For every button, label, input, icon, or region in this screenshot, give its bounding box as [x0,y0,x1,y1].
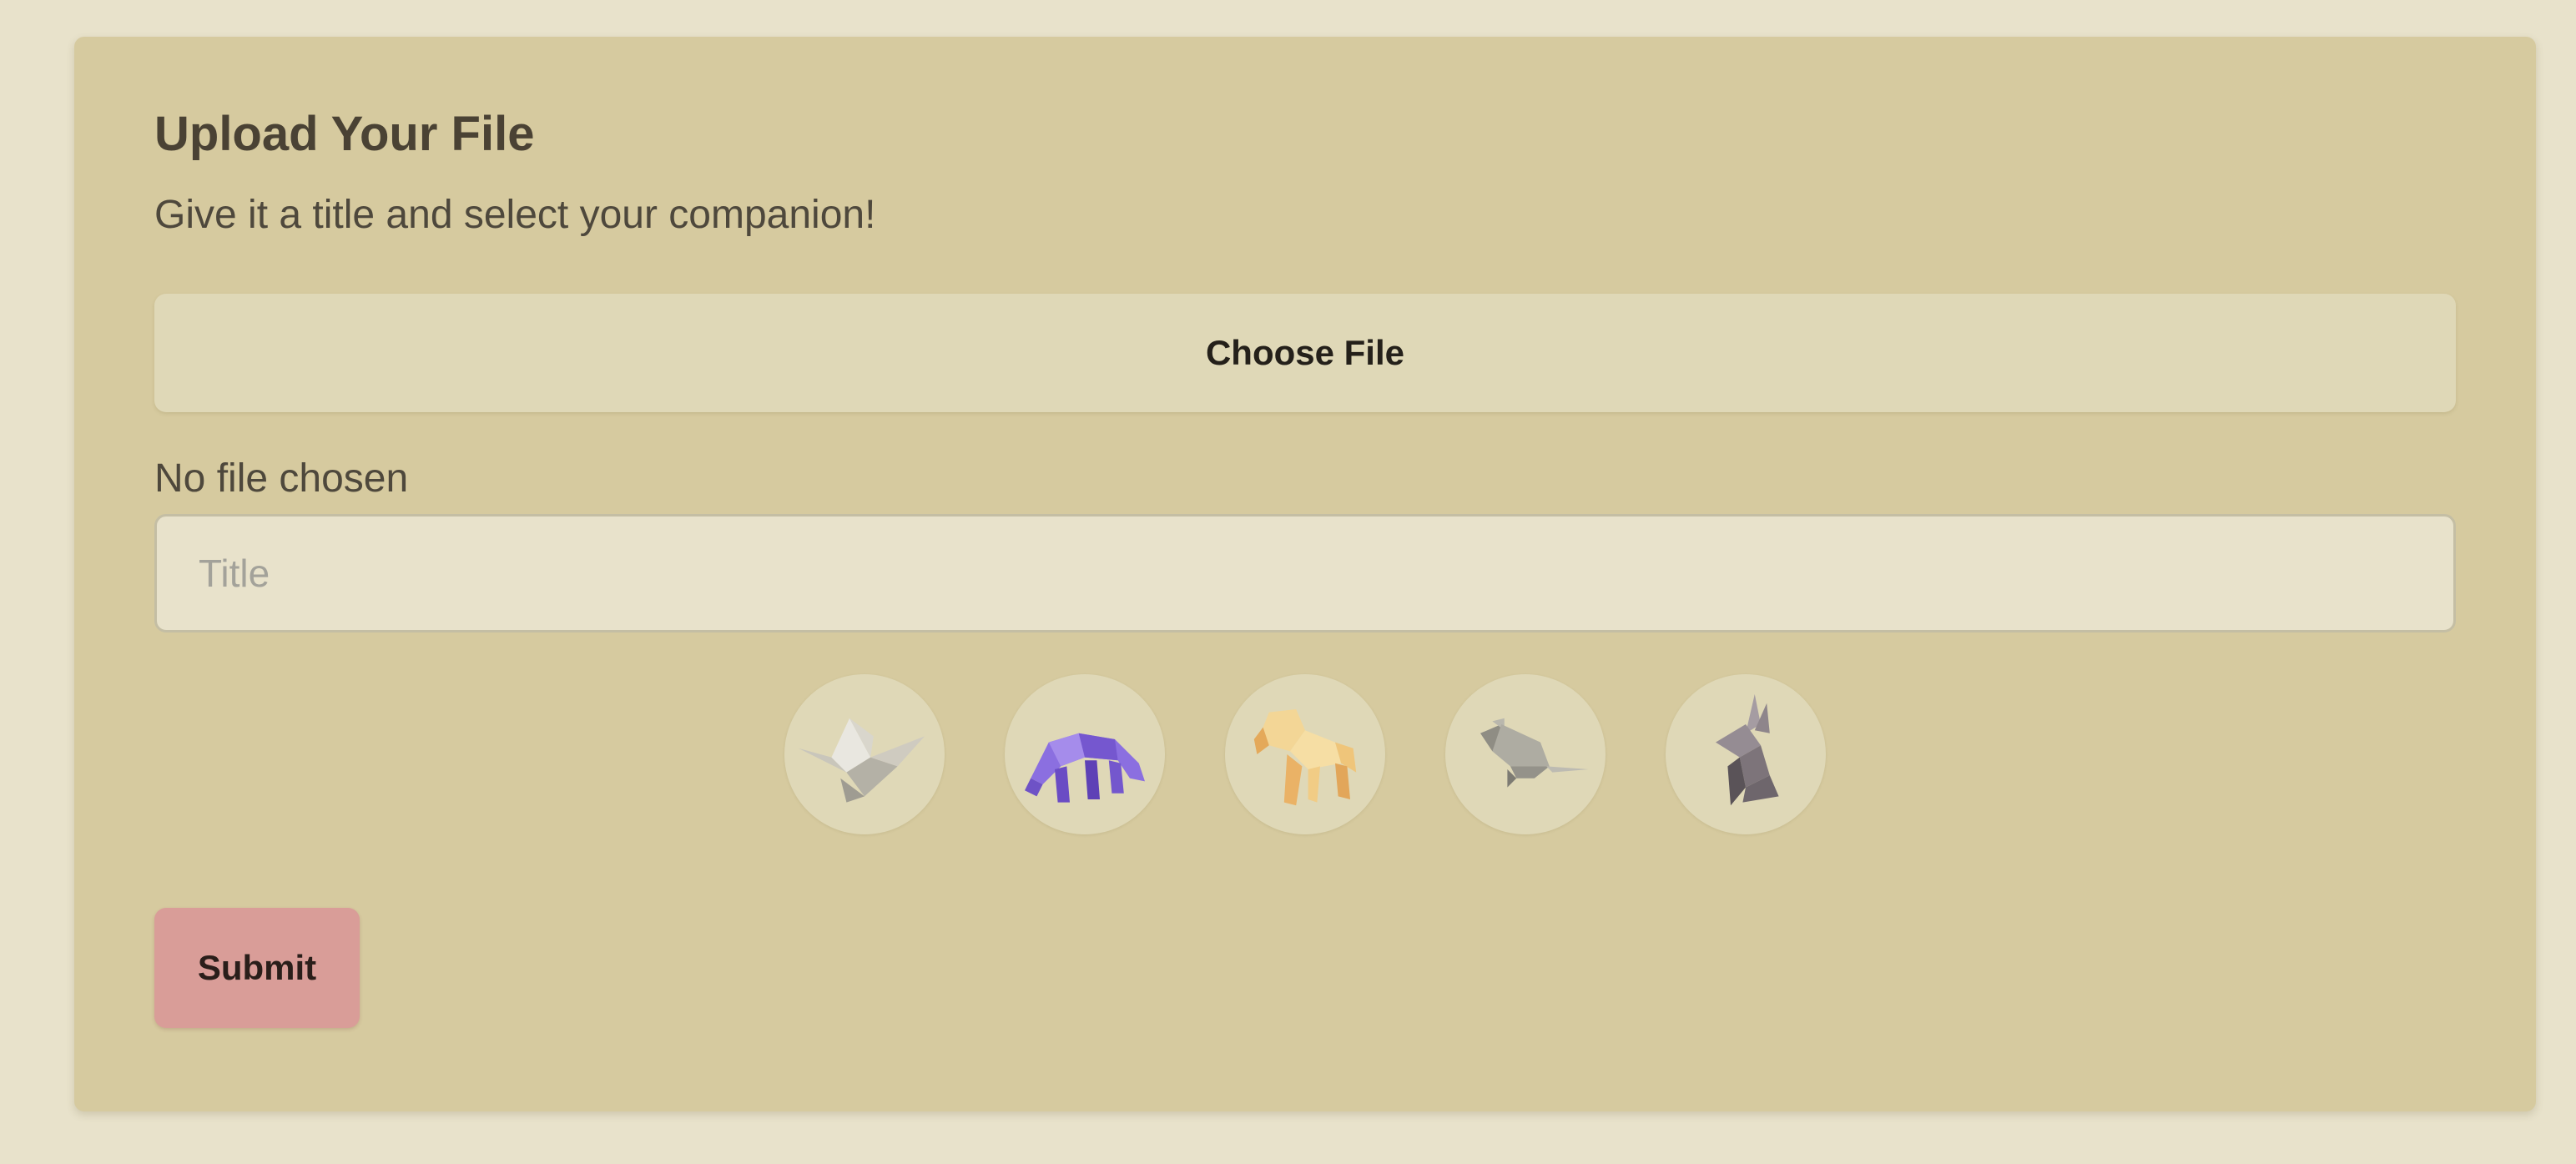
companion-option-rabbit[interactable] [1666,674,1826,834]
origami-dog-icon [1253,709,1357,806]
form-subtitle: Give it a title and select your companio… [154,193,876,237]
choose-file-button[interactable]: Choose File [154,294,2456,412]
companion-option-elephant[interactable] [1005,674,1165,834]
companion-selector [154,674,2456,834]
companion-option-crane[interactable] [784,674,945,834]
upload-card: Upload Your File Give it a title and sel… [74,37,2536,1111]
title-input[interactable] [154,514,2456,632]
form-title: Upload Your File [154,107,535,161]
origami-elephant-icon [1025,733,1145,803]
file-status-text: No file chosen [154,456,409,501]
companion-option-mouse[interactable] [1445,674,1606,834]
origami-crane-icon [798,718,925,803]
submit-button[interactable]: Submit [154,908,360,1028]
origami-rabbit-icon [1716,694,1779,806]
companion-option-dog[interactable] [1225,674,1385,834]
origami-mouse-icon [1480,718,1589,788]
